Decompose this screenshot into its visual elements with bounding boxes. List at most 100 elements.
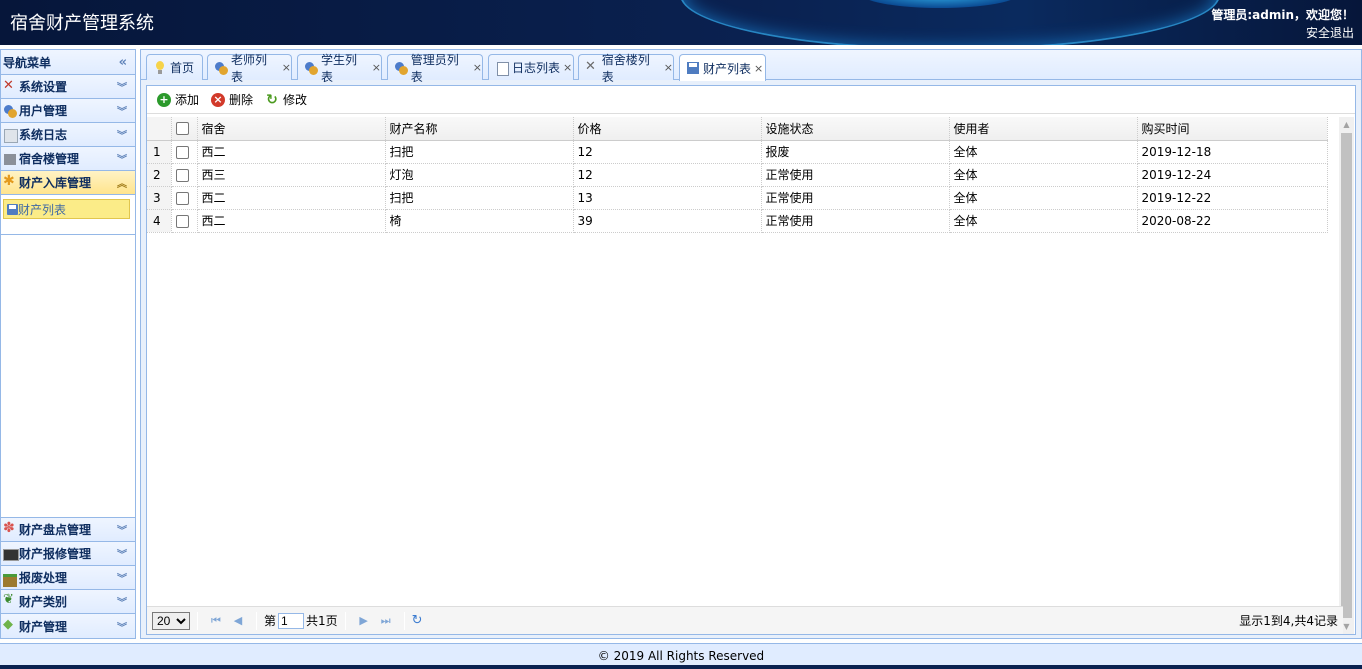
footer-strip	[0, 665, 1362, 669]
tab-label: 首页	[170, 61, 195, 75]
tab-dorm-building-list[interactable]: 宿舍楼列表 ×	[578, 53, 674, 84]
main-panel: 首页 老师列表 × 学生列表 × 管理员列表 × 日志列表 × 宿舍楼列表 ×	[140, 49, 1362, 639]
tab-label: 日志列表	[512, 61, 561, 75]
pager-separator	[344, 611, 346, 630]
row-select-cell	[171, 209, 198, 233]
scrollbar-thumb[interactable]	[1341, 133, 1352, 618]
logout-link[interactable]: 安全退出	[1306, 24, 1354, 41]
column-header[interactable]: 财产名称	[385, 117, 574, 141]
page-prefix: 第	[264, 614, 277, 628]
row-number: 1	[147, 140, 172, 164]
leaf-icon	[3, 592, 17, 609]
column-header[interactable]: 价格	[573, 117, 762, 141]
tab-label: 管理员列表	[410, 52, 459, 84]
tab-home[interactable]: 首页	[146, 54, 203, 80]
table-row[interactable]: 1 西二 扫把 12 报废 全体 2019-12-18	[147, 140, 1328, 164]
vertical-scrollbar[interactable]: ▲ ▼	[1339, 117, 1354, 634]
menu-asset-category[interactable]: 财产类别 ︾	[1, 590, 135, 614]
table-cell: 扫把	[385, 140, 574, 164]
pager-info: 显示1到4,共4记录	[1239, 614, 1338, 628]
menu-system-log[interactable]: 系统日志 ︾	[1, 123, 135, 147]
close-icon[interactable]: ×	[372, 61, 381, 74]
column-header[interactable]: 设施状态	[761, 117, 950, 141]
menu-label: 系统日志	[19, 128, 68, 142]
flower-icon	[3, 520, 17, 537]
chevron-down-icon: ︾	[117, 83, 127, 94]
add-button[interactable]: + 添加	[157, 91, 199, 108]
tools-icon	[3, 78, 17, 94]
table-row[interactable]: 3 西二 扫把 13 正常使用 全体 2019-12-22	[147, 186, 1328, 210]
sidebar-title: 导航菜单	[3, 55, 52, 70]
log-icon	[3, 128, 18, 143]
menu-asset-repair[interactable]: 财产报修管理 ︾	[1, 542, 135, 566]
delete-button[interactable]: × 删除	[211, 91, 253, 108]
page-size-select[interactable]: 10 20 30 40 50	[152, 611, 190, 630]
monitor-icon	[3, 547, 19, 561]
table-cell: 西二	[197, 140, 386, 164]
menu-asset-storage[interactable]: 财产入库管理 ︽	[1, 171, 135, 195]
pager-separator	[197, 611, 198, 630]
last-page-icon[interactable]: ⏭	[377, 614, 395, 628]
row-number-header	[147, 117, 172, 141]
sidebar-header: 导航菜单 «	[1, 50, 135, 75]
table-row[interactable]: 4 西二 椅 39 正常使用 全体 2020-08-22	[147, 209, 1328, 233]
scroll-up-icon[interactable]: ▲	[1339, 117, 1354, 132]
menu-scrap-handling[interactable]: 报废处理 ︾	[1, 566, 135, 590]
grid-toolbar: + 添加 × 删除 ↻ 修改	[147, 86, 1355, 114]
tab-teacher-list[interactable]: 老师列表 ×	[207, 53, 292, 84]
refresh-icon[interactable]: ↻	[412, 613, 423, 628]
column-header[interactable]: 购买时间	[1137, 117, 1328, 141]
page-footer: © 2019 All Rights Reserved	[0, 643, 1362, 669]
close-icon[interactable]: ×	[754, 62, 763, 75]
tab-label: 老师列表	[230, 52, 267, 84]
next-page-icon[interactable]: ▶	[355, 614, 373, 627]
close-icon[interactable]: ×	[664, 61, 673, 74]
sidebar-bottom-menus: 财产盘点管理 ︾ 财产报修管理 ︾ 报废处理 ︾ 财产类别 ︾ 财产管理 ︾	[1, 517, 135, 638]
table-cell: 2020-08-22	[1137, 209, 1328, 233]
menu-dorm-building[interactable]: 宿舍楼管理 ︾	[1, 147, 135, 171]
building-icon	[3, 152, 17, 166]
add-label: 添加	[175, 93, 200, 107]
tab-label: 财产列表	[703, 61, 752, 76]
table-cell: 西二	[197, 186, 386, 210]
prev-page-icon[interactable]: ◀	[229, 614, 247, 627]
select-all-checkbox[interactable]	[175, 122, 189, 136]
asset-table: 宿舍 财产名称 价格 设施状态 使用者 购买时间 1 西二 扫把 12 报废 全…	[147, 117, 1328, 233]
tab-asset-list[interactable]: 财产列表 ×	[679, 54, 766, 81]
row-checkbox[interactable]	[175, 145, 189, 159]
row-number: 4	[147, 209, 172, 233]
close-icon[interactable]: ×	[563, 61, 572, 74]
menu-label: 用户管理	[19, 104, 68, 118]
close-icon[interactable]: ×	[473, 61, 482, 74]
page-total: 共1页	[306, 614, 338, 628]
menu-asset-management[interactable]: 财产管理 ︾	[1, 614, 135, 638]
select-all-cell	[171, 117, 198, 141]
table-row[interactable]: 2 西三 灯泡 12 正常使用 全体 2019-12-24	[147, 163, 1328, 187]
row-select-cell	[171, 140, 198, 164]
menu-label: 系统设置	[19, 80, 68, 94]
menu-asset-inventory[interactable]: 财产盘点管理 ︾	[1, 518, 135, 542]
double-chevron-left-icon[interactable]: «	[119, 55, 127, 70]
bulb-icon	[153, 60, 167, 75]
column-header[interactable]: 宿舍	[197, 117, 386, 141]
app-header: 宿舍财产管理系统 管理员:admin，欢迎您！ 安全退出	[0, 0, 1362, 45]
tab-admin-list[interactable]: 管理员列表 ×	[387, 53, 483, 84]
column-header[interactable]: 使用者	[949, 117, 1138, 141]
page-number-input[interactable]	[278, 612, 305, 629]
table-cell: 西二	[197, 209, 386, 233]
tab-student-list[interactable]: 学生列表 ×	[297, 53, 382, 84]
row-checkbox[interactable]	[175, 214, 189, 228]
first-page-icon[interactable]: ⏮	[207, 614, 225, 628]
row-select-cell	[171, 163, 198, 187]
chevron-down-icon: ︾	[117, 526, 127, 537]
tab-log-list[interactable]: 日志列表 ×	[488, 54, 574, 80]
edit-button[interactable]: ↻ 修改	[265, 91, 307, 108]
menu-user-management[interactable]: 用户管理 ︾	[1, 99, 135, 123]
sidebar-item-asset-list[interactable]: 财产列表	[3, 199, 130, 219]
tools-icon	[585, 59, 599, 75]
close-icon[interactable]: ×	[282, 61, 291, 74]
row-checkbox[interactable]	[175, 168, 189, 182]
table-cell: 灯泡	[385, 163, 574, 187]
menu-system-settings[interactable]: 系统设置 ︾	[1, 75, 135, 99]
row-checkbox[interactable]	[175, 191, 189, 205]
